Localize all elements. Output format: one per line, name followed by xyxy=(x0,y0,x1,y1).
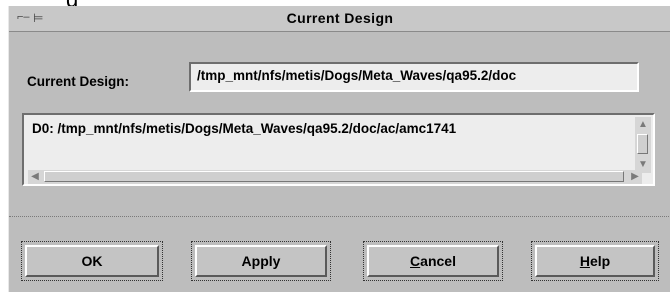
help-button-frame: Help xyxy=(531,241,659,281)
vertical-scrollbar[interactable]: ▲ ▼ xyxy=(635,117,651,173)
help-mnemonic: H xyxy=(579,253,590,269)
cancel-label-rest: ancel xyxy=(420,253,456,269)
current-design-label: Current Design: xyxy=(27,74,130,89)
scroll-right-icon[interactable]: ▶ xyxy=(628,170,642,184)
title-bar[interactable]: ⌐– ⊨ Current Design xyxy=(9,6,670,32)
apply-button-frame: Apply xyxy=(191,241,331,281)
help-label-rest: elp xyxy=(589,253,611,269)
cancel-button-frame: Cancel xyxy=(363,241,503,281)
cancel-button[interactable]: Cancel xyxy=(367,245,499,277)
design-list[interactable]: D0: /tmp_mnt/nfs/metis/Dogs/Meta_Waves/q… xyxy=(22,113,655,186)
ok-button-frame: OK xyxy=(21,241,163,281)
vertical-scroll-thumb[interactable] xyxy=(637,134,648,154)
window-title: Current Design xyxy=(286,10,394,26)
current-design-field[interactable]: /tmp_mnt/nfs/metis/Dogs/Meta_Waves/qa95.… xyxy=(189,62,639,92)
list-item[interactable]: D0: /tmp_mnt/nfs/metis/Dogs/Meta_Waves/q… xyxy=(32,121,456,136)
help-button[interactable]: Help xyxy=(535,245,655,277)
current-design-dialog: ⌐– ⊨ Current Design Current Design: /tmp_… xyxy=(8,6,670,292)
ok-button[interactable]: OK xyxy=(25,245,159,277)
apply-button[interactable]: Apply xyxy=(195,245,327,277)
horizontal-scroll-thumb[interactable] xyxy=(44,171,624,182)
apply-label: Apply xyxy=(241,253,281,269)
scroll-up-icon[interactable]: ▲ xyxy=(636,118,650,131)
help-label: Help xyxy=(580,253,610,269)
cancel-mnemonic: C xyxy=(410,253,421,269)
cancel-label: Cancel xyxy=(410,253,456,269)
scroll-left-icon[interactable]: ◀ xyxy=(28,170,42,184)
ok-label: OK xyxy=(81,253,103,269)
horizontal-scrollbar[interactable]: ◀ ▶ xyxy=(28,170,642,184)
separator xyxy=(9,216,670,217)
current-design-value: /tmp_mnt/nfs/metis/Dogs/Meta_Waves/qa95.… xyxy=(197,68,517,83)
